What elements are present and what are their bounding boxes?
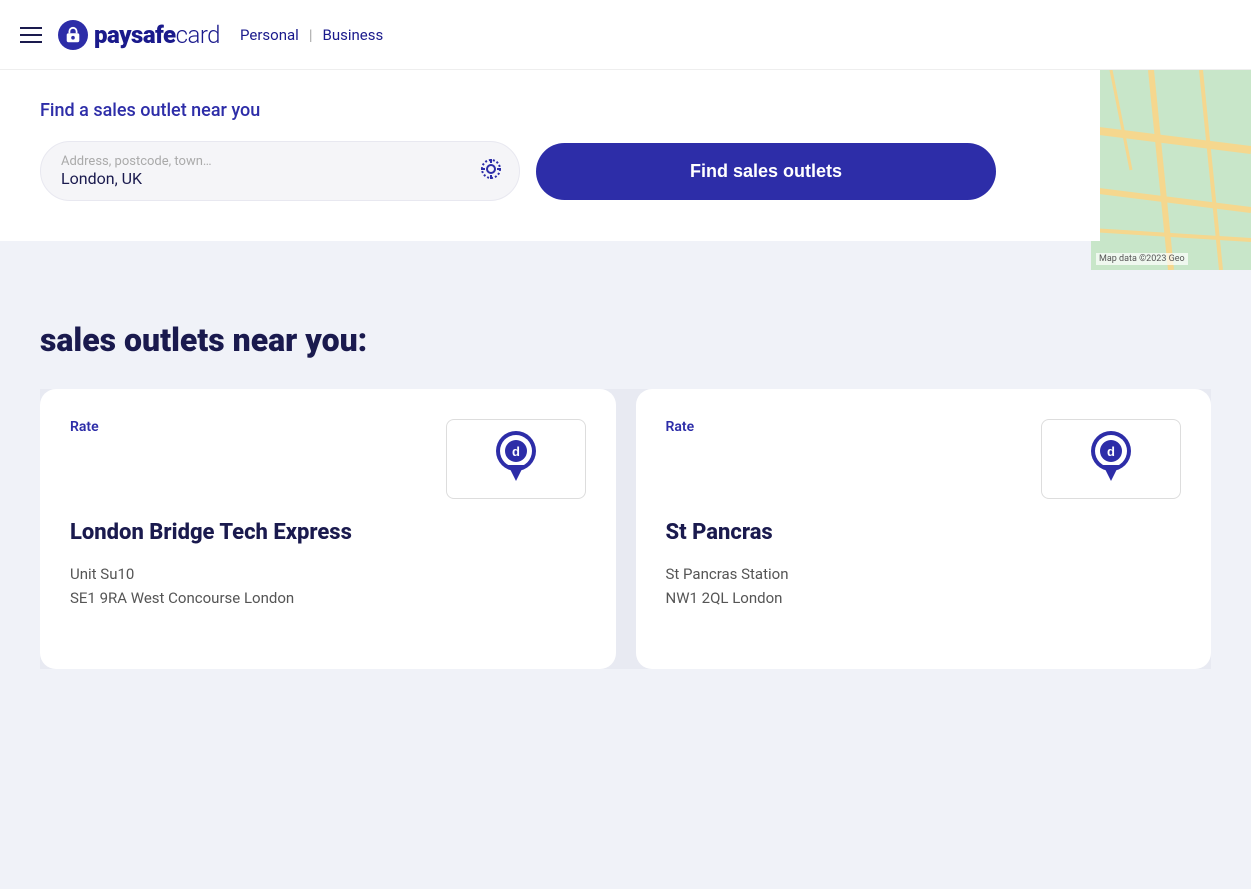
outlet-name-2: St Pancras [666, 519, 1182, 548]
cards-row: Rate d London Bridge Tech Express [40, 389, 1211, 669]
outlets-heading: sales outlets near you: [40, 321, 1211, 359]
map-watermark: Map data ©2023 Geo [1096, 253, 1188, 265]
main-nav: Personal | Business [240, 26, 383, 44]
page-header: paysafecard Personal | Business [0, 0, 1251, 70]
logo-text: paysafecard [94, 21, 220, 49]
search-title: Find a sales outlet near you [40, 100, 1060, 121]
location-icon[interactable] [479, 157, 503, 185]
search-card: Find a sales outlet near you Address, po… [0, 70, 1100, 241]
store-icon-box-1: d [446, 419, 586, 499]
store-icon-box-2: d [1041, 419, 1181, 499]
rate-label-1: Rate [70, 419, 99, 435]
search-placeholder: Address, postcode, town… [61, 154, 469, 169]
svg-text:d: d [1107, 444, 1115, 459]
hamburger-menu[interactable] [20, 27, 42, 43]
outlet-card-2: Rate d St Pancras St Pancras [636, 389, 1212, 669]
find-outlets-button[interactable]: Find sales outlets [536, 143, 996, 200]
search-row: Address, postcode, town… London, UK [40, 141, 1060, 201]
card-header-1: Rate d [70, 419, 586, 499]
nav-business[interactable]: Business [323, 26, 384, 44]
nav-personal[interactable]: Personal [240, 26, 299, 44]
outlet-name-1: London Bridge Tech Express [70, 519, 586, 548]
card-header-2: Rate d [666, 419, 1182, 499]
nav-separator: | [309, 26, 313, 44]
svg-text:d: d [512, 444, 520, 459]
map-section: Find a sales outlet near you Address, po… [0, 70, 1251, 241]
logo: paysafecard [58, 20, 220, 50]
main-content: Find a sales outlet near you Address, po… [0, 0, 1251, 709]
outlet-address-1: Unit Su10 SE1 9RA West Concourse London [70, 562, 586, 610]
outlets-section: sales outlets near you: Rate d [0, 321, 1251, 709]
outlet-card-1: Rate d London Bridge Tech Express [40, 389, 616, 669]
logo-icon [58, 20, 88, 50]
map-thumbnail: Map data ©2023 Geo [1091, 70, 1251, 270]
section-spacer [0, 241, 1251, 321]
rate-label-2: Rate [666, 419, 695, 435]
search-input-value: London, UK [61, 169, 469, 188]
outlet-address-2: St Pancras Station NW1 2QL London [666, 562, 1182, 610]
search-input-wrapper[interactable]: Address, postcode, town… London, UK [40, 141, 520, 201]
